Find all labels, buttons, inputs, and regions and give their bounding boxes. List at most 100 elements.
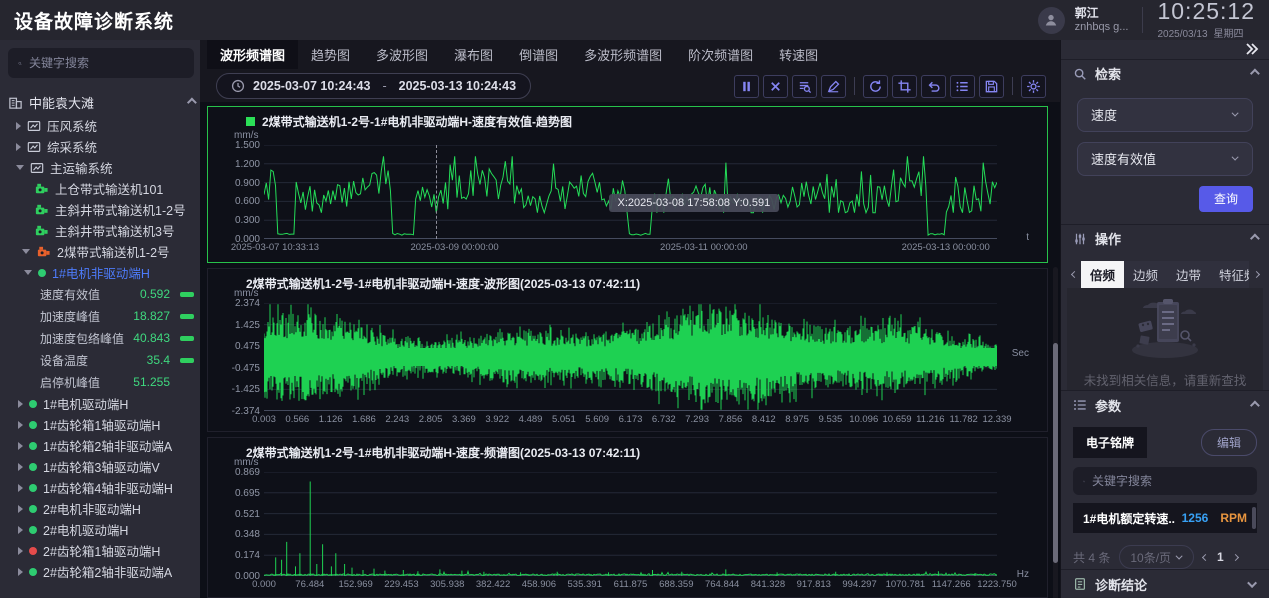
sidebar-search[interactable]: [8, 48, 194, 78]
toolbar-save-button[interactable]: [979, 75, 1004, 98]
param-row[interactable]: 1#电机额定转速..1256RPM: [1073, 503, 1257, 533]
chart-plot[interactable]: [264, 303, 997, 411]
tree-metric-row[interactable]: 加速度峰值18.827: [8, 305, 194, 327]
caret-right-icon[interactable]: [18, 568, 23, 576]
section-header-operation[interactable]: 操作: [1061, 224, 1269, 253]
chevron-down-icon[interactable]: [1247, 578, 1257, 588]
prev-page-button[interactable]: [1203, 555, 1208, 560]
toolbar-pencil-button[interactable]: [821, 75, 846, 98]
caret-right-icon[interactable]: [18, 463, 23, 471]
caret-right-icon[interactable]: [18, 547, 23, 555]
main-tab[interactable]: 倒谱图: [506, 40, 571, 69]
tree-item-machine[interactable]: 主斜井带式输送机1-2号: [8, 199, 194, 220]
tree-metric-row[interactable]: 设备温度35.4: [8, 349, 194, 371]
toolbar-list-button[interactable]: [950, 75, 975, 98]
tabs-scroll-right[interactable]: [1249, 272, 1263, 277]
caret-right-icon[interactable]: [18, 400, 23, 408]
toolbar-refresh-button[interactable]: [863, 75, 888, 98]
page-size-select[interactable]: 10条/页: [1119, 545, 1194, 569]
caret-right-icon[interactable]: [18, 442, 23, 450]
tree-item-measure-point[interactable]: 1#电机驱动端H: [8, 393, 194, 414]
operation-tab[interactable]: 特征频率: [1210, 261, 1249, 288]
toolbar-list-search-button[interactable]: [792, 75, 817, 98]
tree-metric-row[interactable]: 启停机峰值51.255: [8, 371, 194, 393]
main-tab[interactable]: 趋势图: [298, 40, 363, 69]
main-scrollbar[interactable]: [1053, 267, 1058, 598]
tree-item-measure-point[interactable]: 1#齿轮箱3轴驱动端V: [8, 456, 194, 477]
caret-down-icon[interactable]: [22, 249, 30, 254]
tree-item-machine[interactable]: 主斜井带式输送机3号: [8, 220, 194, 241]
user-info[interactable]: 郭江 znhbqs g...: [1075, 6, 1129, 35]
chart-toolbar: [734, 75, 1046, 98]
tree-item-measure-point[interactable]: 2#电机驱动端H: [8, 519, 194, 540]
section-header-search[interactable]: 检索: [1061, 59, 1269, 88]
section-header-diagnosis[interactable]: 诊断结论: [1061, 569, 1269, 598]
param-list-scrollbar[interactable]: [1252, 507, 1256, 529]
sidebar-search-input[interactable]: [29, 56, 184, 70]
chart-plot[interactable]: X:2025-03-08 17:58:08 Y:0.591: [264, 145, 997, 239]
caret-right-icon[interactable]: [18, 484, 23, 492]
chart-plot[interactable]: [264, 472, 997, 576]
nameplate-tab[interactable]: 电子铭牌: [1073, 427, 1147, 458]
toolbar-gear-button[interactable]: [1021, 75, 1046, 98]
tree-item-machine[interactable]: 2煤带式输送机1-2号: [8, 241, 194, 262]
toolbar-crop-button[interactable]: [892, 75, 917, 98]
chart-panel-spectrum[interactable]: 2煤带式输送机1-2号-1#电机非驱动端H-速度-频谱图(2025-03-13 …: [207, 437, 1048, 598]
main-tab[interactable]: 多波形图: [363, 40, 441, 69]
section-header-params[interactable]: 参数: [1061, 390, 1269, 419]
filter-select[interactable]: 速度有效值: [1077, 142, 1253, 176]
operation-tab[interactable]: 边带: [1167, 261, 1210, 288]
chevron-up-icon[interactable]: [1250, 234, 1260, 244]
next-page-button[interactable]: [1233, 555, 1238, 560]
toolbar-close-button[interactable]: [763, 75, 788, 98]
avatar[interactable]: [1038, 7, 1065, 34]
x-tick-label: 7.856: [719, 414, 743, 425]
caret-right-icon[interactable]: [18, 505, 23, 513]
main-scrollbar-thumb[interactable]: [1053, 343, 1058, 563]
tree-item-system[interactable]: 主运输系统: [8, 157, 194, 178]
tree-item-measure-point[interactable]: 1#齿轮箱1轴驱动端H: [8, 414, 194, 435]
date-range-picker[interactable]: 2025-03-07 10:24:43 - 2025-03-13 10:24:4…: [216, 73, 531, 99]
caret-right-icon[interactable]: [16, 122, 21, 130]
tree-item-measure-point[interactable]: 1#齿轮箱4轴非驱动端H: [8, 477, 194, 498]
filter-select[interactable]: 速度: [1077, 98, 1253, 132]
main-tab[interactable]: 瀑布图: [441, 40, 506, 69]
caret-right-icon[interactable]: [18, 421, 23, 429]
chart-panel-line[interactable]: 2煤带式输送机1-2号-1#电机非驱动端H-速度有效值-趋势图mm/s1.500…: [207, 106, 1048, 263]
tree-item-measure-point[interactable]: 2#齿轮箱2轴非驱动端A: [8, 561, 194, 582]
toolbar-pause-button[interactable]: [734, 75, 759, 98]
caret-right-icon[interactable]: [18, 526, 23, 534]
x-tick-label: 10.659: [883, 414, 912, 425]
tree-metric-row[interactable]: 速度有效值0.592: [8, 283, 194, 305]
caret-down-icon[interactable]: [16, 165, 24, 170]
main-tab[interactable]: 多波形频谱图: [571, 40, 675, 69]
main-tab[interactable]: 转速图: [766, 40, 831, 69]
caret-right-icon[interactable]: [16, 143, 21, 151]
chevron-up-icon[interactable]: [187, 98, 197, 108]
tree-item-measure-point[interactable]: 2#齿轮箱1轴驱动端H: [8, 540, 194, 561]
collapse-panel-icon[interactable]: [1245, 43, 1259, 58]
edit-button[interactable]: 编辑: [1201, 429, 1257, 456]
tree-item-machine[interactable]: 上仓带式输送机101: [8, 178, 194, 199]
tree-item-measure-point[interactable]: 1#齿轮箱2轴非驱动端A: [8, 435, 194, 456]
tree-item-measure-point[interactable]: 2#电机非驱动端H: [8, 498, 194, 519]
tree-metric-row[interactable]: 加速度包络峰值40.843: [8, 327, 194, 349]
chevron-up-icon[interactable]: [1250, 400, 1260, 410]
y-axis-unit: mm/s: [234, 457, 258, 468]
operation-tab[interactable]: 边频: [1124, 261, 1167, 288]
tree-item-system[interactable]: 综采系统: [8, 136, 194, 157]
tree-item-measure-point[interactable]: 1#电机非驱动端H: [8, 262, 194, 283]
operation-tab[interactable]: 倍频: [1081, 261, 1124, 288]
query-button[interactable]: 查询: [1199, 186, 1253, 212]
tree-item-system[interactable]: 压风系统: [8, 115, 194, 136]
param-search[interactable]: [1073, 467, 1257, 495]
toolbar-undo-button[interactable]: [921, 75, 946, 98]
main-tab[interactable]: 波形频谱图: [207, 40, 298, 69]
tabs-scroll-left[interactable]: [1067, 272, 1081, 277]
param-search-input[interactable]: [1092, 474, 1247, 488]
tree-root-company[interactable]: 中能袁大滩: [8, 90, 194, 115]
main-tab[interactable]: 阶次频谱图: [675, 40, 766, 69]
chevron-up-icon[interactable]: [1250, 69, 1260, 79]
chart-panel-waveform[interactable]: 2煤带式输送机1-2号-1#电机非驱动端H-速度-波形图(2025-03-13 …: [207, 268, 1048, 432]
caret-down-icon[interactable]: [24, 270, 32, 275]
